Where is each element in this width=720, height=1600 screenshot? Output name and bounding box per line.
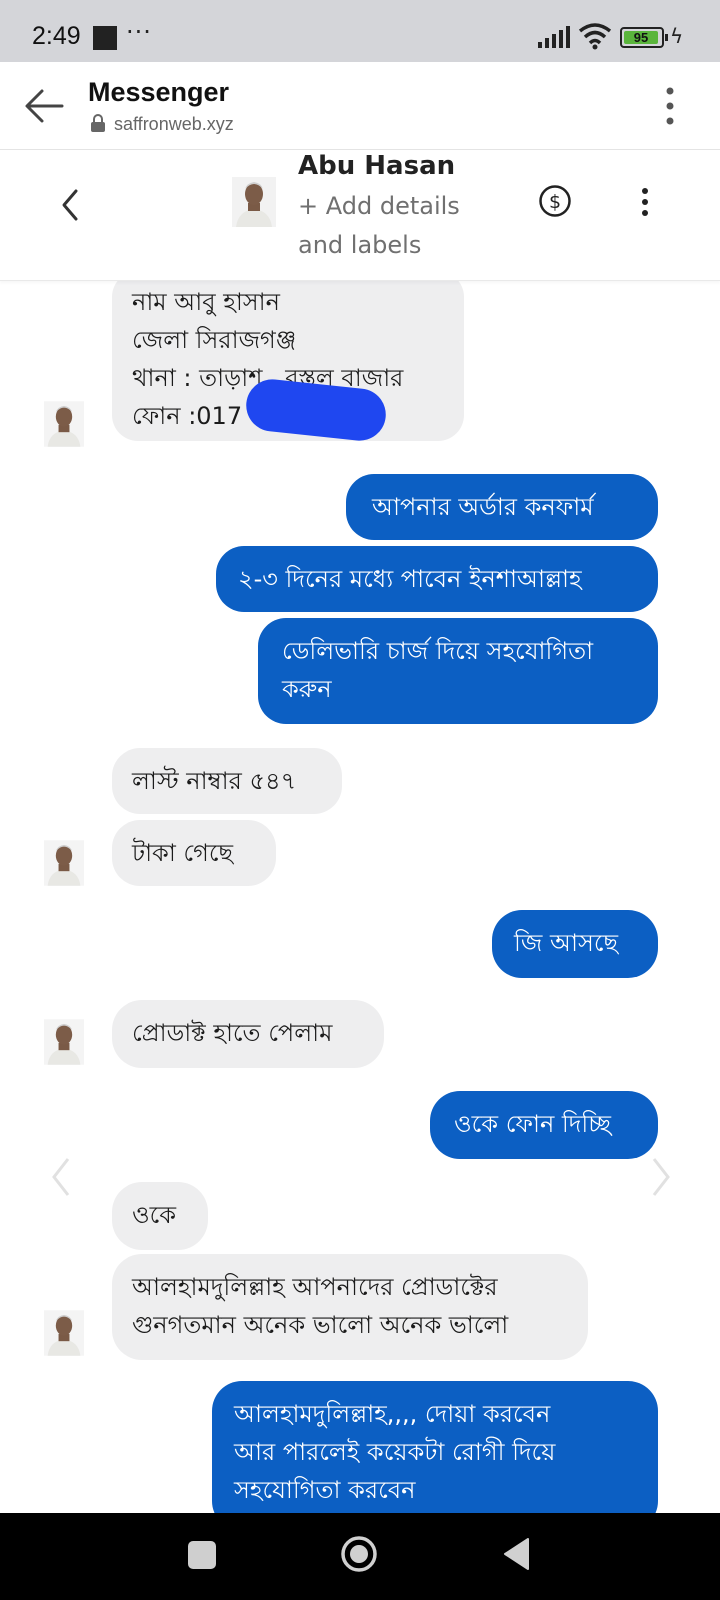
- outgoing-message[interactable]: ওকে ফোন দিচ্ছি: [430, 1091, 658, 1159]
- charging-bolt-icon: ϟ: [670, 24, 684, 48]
- sender-avatar[interactable]: [44, 839, 84, 887]
- system-nav-bar: [0, 1513, 720, 1600]
- chevron-left-icon[interactable]: [58, 187, 82, 223]
- more-notifications-icon: ···: [126, 18, 152, 46]
- lock-icon: [91, 114, 105, 132]
- carousel-next-icon[interactable]: [646, 1155, 676, 1199]
- battery-tip: [665, 34, 668, 41]
- more-vert-icon[interactable]: [638, 187, 652, 217]
- outgoing-message[interactable]: ২-৩ দিনের মধ্যে পাবেন ইনশাআল্লাহ: [216, 546, 658, 612]
- sender-avatar[interactable]: [44, 400, 84, 448]
- signal-icon: [538, 26, 570, 48]
- svg-text:$: $: [549, 191, 561, 213]
- avatar[interactable]: [232, 177, 276, 227]
- incoming-message[interactable]: প্রোডাক্ট হাতে পেলাম: [112, 1000, 384, 1068]
- notification-icon: [93, 26, 117, 50]
- conversation-header: Abu Hasan + Add details and labels $: [0, 151, 720, 281]
- contact-name[interactable]: Abu Hasan: [298, 151, 455, 181]
- outgoing-message[interactable]: আপনার অর্ডার কনফার্ম: [346, 474, 658, 540]
- incoming-message[interactable]: আলহামদুলিল্লাহ আপনাদের প্রোডাক্টের গুনগত…: [112, 1254, 588, 1360]
- incoming-message[interactable]: টাকা গেছে: [112, 820, 276, 886]
- back-triangle-icon[interactable]: [502, 1537, 530, 1571]
- outgoing-message[interactable]: আলহামদুলিল্লাহ,,,, দোয়া করবেন আর পারলেই…: [212, 1381, 658, 1513]
- sender-avatar[interactable]: [44, 1018, 84, 1066]
- sender-avatar[interactable]: [44, 1309, 84, 1357]
- status-bar: 2:49 ··· 95 ϟ: [0, 0, 720, 62]
- overflow-menu-icon[interactable]: [658, 86, 682, 126]
- battery-icon: 95: [620, 27, 664, 48]
- add-details-link[interactable]: + Add details and labels: [298, 187, 498, 265]
- carousel-prev-icon[interactable]: [46, 1155, 76, 1199]
- battery-level: 95: [633, 30, 649, 45]
- back-arrow-icon[interactable]: [22, 84, 66, 128]
- browser-toolbar: Messenger saffronweb.xyz: [0, 62, 720, 150]
- browser-title: Messenger: [88, 77, 230, 107]
- outgoing-message[interactable]: জি আসছে: [492, 910, 658, 978]
- home-circle-icon[interactable]: [340, 1535, 378, 1573]
- incoming-message[interactable]: লাস্ট নাম্বার ৫৪৭: [112, 748, 342, 814]
- outgoing-message[interactable]: ডেলিভারি চার্জ দিয়ে সহযোগিতা করুন: [258, 618, 658, 724]
- status-time: 2:49: [32, 22, 81, 50]
- wifi-icon: [578, 23, 612, 50]
- message-list[interactable]: নাম আবু হাসান জেলা সিরাজগঞ্জ থানা : তাড়…: [0, 281, 720, 1513]
- dollar-icon[interactable]: $: [538, 184, 572, 218]
- recents-square-icon[interactable]: [188, 1541, 216, 1569]
- incoming-message[interactable]: ওকে: [112, 1182, 208, 1250]
- url-text[interactable]: saffronweb.xyz: [114, 114, 234, 135]
